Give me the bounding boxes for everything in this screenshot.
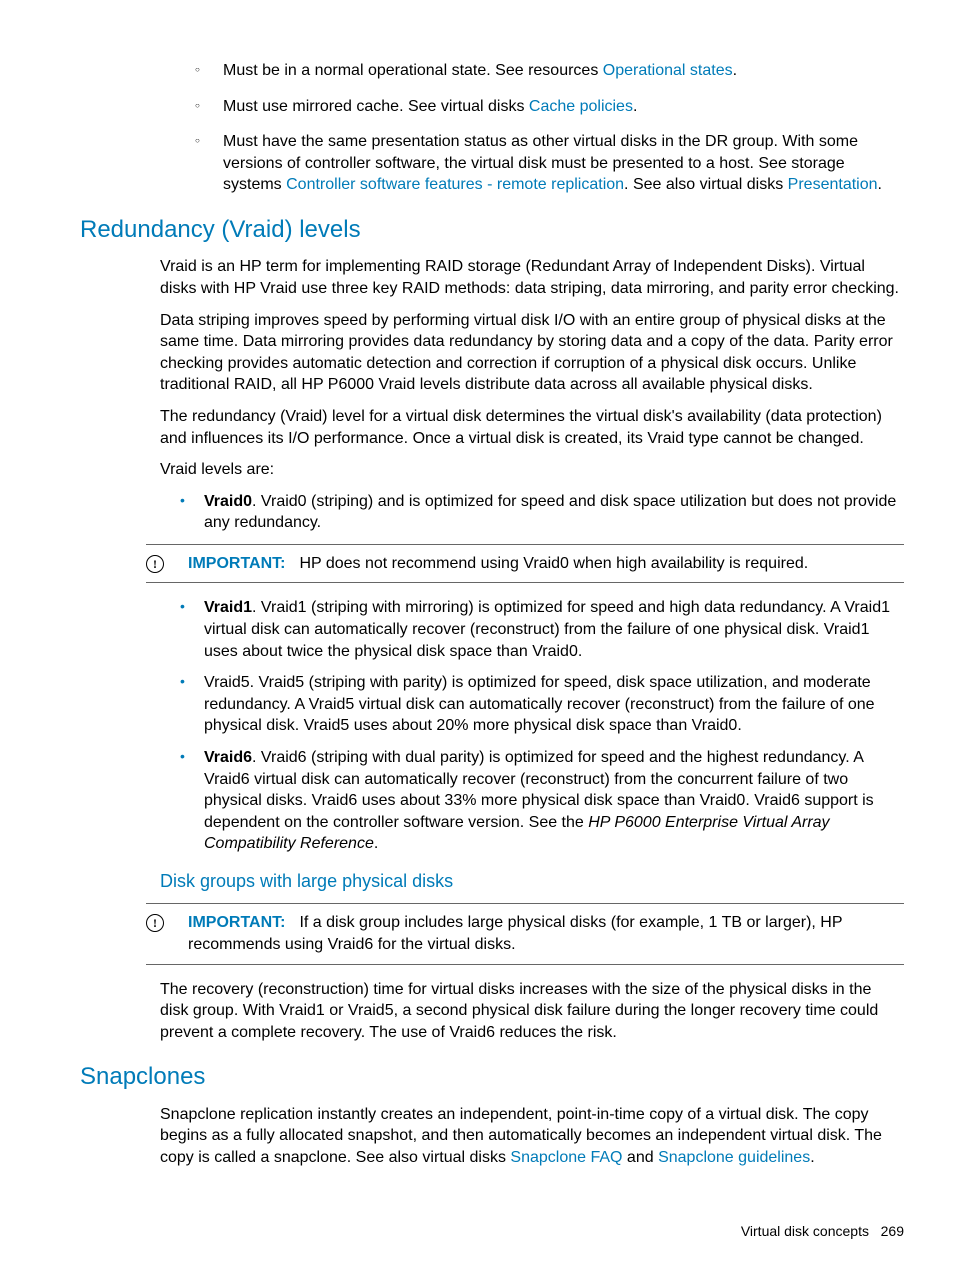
link-controller-features[interactable]: Controller software features - remote re… [286, 176, 624, 193]
term: Vraid6 [204, 749, 252, 766]
important-icon-col: ! [146, 553, 188, 575]
section-body: Snapclone replication instantly creates … [160, 1104, 904, 1169]
text: and [622, 1149, 658, 1166]
important-icon-col: ! [146, 912, 188, 955]
important-text: IMPORTANT:If a disk group includes large… [188, 912, 904, 955]
term: Vraid1 [204, 599, 252, 616]
bullet-icon: • [180, 597, 204, 662]
list-item-text: Must use mirrored cache. See virtual dis… [223, 96, 637, 118]
important-text: IMPORTANT: HP does not recommend using Vr… [188, 553, 808, 575]
term: Vraid0 [204, 493, 252, 510]
text: . See also virtual disks [624, 176, 788, 193]
link-snapclone-guidelines[interactable]: Snapclone guidelines [658, 1149, 810, 1166]
important-icon: ! [146, 914, 164, 932]
text: . [633, 98, 637, 115]
section-body: • Vraid1. Vraid1 (striping with mirrorin… [160, 597, 904, 893]
footer-section: Virtual disk concepts [741, 1223, 869, 1239]
bullet-icon: ○ [195, 60, 223, 82]
important-label: IMPORTANT: [188, 914, 285, 931]
bullet-icon: • [180, 672, 204, 737]
important-callout: ! IMPORTANT: HP does not recommend using … [146, 544, 904, 584]
paragraph: Data striping improves speed by performi… [160, 310, 904, 396]
list-item-text: Must have the same presentation status a… [223, 131, 904, 196]
section-body: Vraid is an HP term for implementing RAI… [160, 256, 904, 534]
paragraph: The redundancy (Vraid) level for a virtu… [160, 406, 904, 449]
paragraph: The recovery (reconstruction) time for v… [160, 979, 904, 1044]
vraid-list: • Vraid0. Vraid0 (striping) and is optim… [180, 491, 904, 534]
important-label: IMPORTANT: [188, 555, 285, 572]
text: . [878, 176, 882, 193]
link-operational-states[interactable]: Operational states [603, 62, 733, 79]
paragraph: Snapclone replication instantly creates … [160, 1104, 904, 1169]
link-presentation[interactable]: Presentation [788, 176, 878, 193]
document-page: ○ Must be in a normal operational state.… [0, 0, 954, 1271]
requirement-sublist: ○ Must be in a normal operational state.… [195, 60, 904, 196]
link-snapclone-faq[interactable]: Snapclone FAQ [510, 1149, 622, 1166]
heading-disk-groups-large: Disk groups with large physical disks [160, 869, 904, 893]
list-item-text: Vraid6. Vraid6 (striping with dual parit… [204, 747, 904, 855]
list-item: • Vraid1. Vraid1 (striping with mirrorin… [180, 597, 904, 662]
list-item-text: Vraid5. Vraid5 (striping with parity) is… [204, 672, 904, 737]
heading-redundancy-levels: Redundancy (Vraid) levels [80, 214, 904, 246]
text: Must be in a normal operational state. S… [223, 62, 603, 79]
list-item: ○ Must be in a normal operational state.… [195, 60, 904, 82]
list-item-text: Vraid1. Vraid1 (striping with mirroring)… [204, 597, 904, 662]
list-item: ○ Must use mirrored cache. See virtual d… [195, 96, 904, 118]
text: Must use mirrored cache. See virtual dis… [223, 98, 529, 115]
list-item: • Vraid5. Vraid5 (striping with parity) … [180, 672, 904, 737]
text: If a disk group includes large physical … [188, 914, 842, 953]
text: HP does not recommend using Vraid0 when … [299, 555, 808, 572]
section-body: The recovery (reconstruction) time for v… [160, 979, 904, 1044]
important-icon: ! [146, 555, 164, 573]
page-number: 269 [881, 1223, 904, 1239]
bullet-icon: • [180, 747, 204, 855]
bullet-icon: ○ [195, 96, 223, 118]
vraid-list: • Vraid1. Vraid1 (striping with mirrorin… [180, 597, 904, 855]
list-item: ○ Must have the same presentation status… [195, 131, 904, 196]
paragraph: Vraid is an HP term for implementing RAI… [160, 256, 904, 299]
list-item-text: Must be in a normal operational state. S… [223, 60, 737, 82]
list-item: • Vraid6. Vraid6 (striping with dual par… [180, 747, 904, 855]
list-item-text: Vraid0. Vraid0 (striping) and is optimiz… [204, 491, 904, 534]
text: . Vraid0 (striping) and is optimized for… [204, 493, 896, 532]
bullet-icon: ○ [195, 131, 223, 196]
text: . [374, 835, 378, 852]
text: . Vraid1 (striping with mirroring) is op… [204, 599, 890, 659]
link-cache-policies[interactable]: Cache policies [529, 98, 633, 115]
text: . [810, 1149, 814, 1166]
paragraph: Vraid levels are: [160, 459, 904, 481]
bullet-icon: • [180, 491, 204, 534]
text: . [733, 62, 737, 79]
important-callout: ! IMPORTANT:If a disk group includes lar… [146, 903, 904, 964]
list-item: • Vraid0. Vraid0 (striping) and is optim… [180, 491, 904, 534]
heading-snapclones: Snapclones [80, 1061, 904, 1093]
page-footer: Virtual disk concepts 269 [741, 1222, 904, 1241]
